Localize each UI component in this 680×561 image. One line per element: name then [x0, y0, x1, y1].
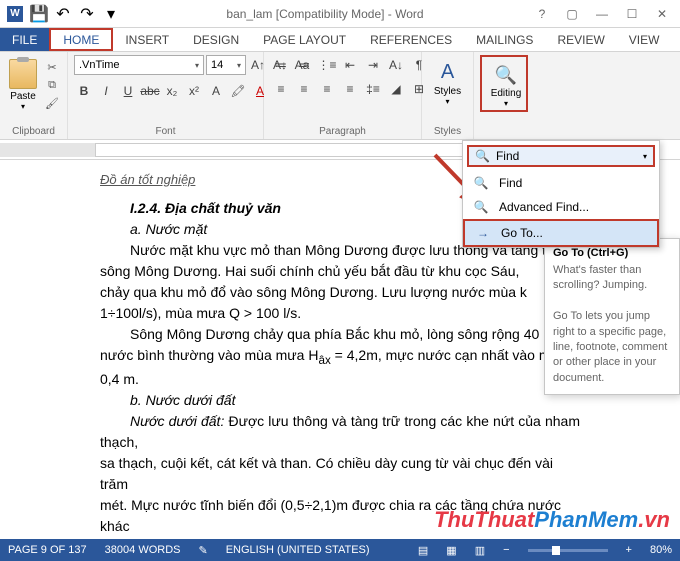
strikethrough-button[interactable]: abc: [140, 81, 160, 101]
tab-file[interactable]: FILE: [0, 28, 49, 51]
binoculars-icon: 🔍: [473, 200, 489, 214]
bold-button[interactable]: B: [74, 81, 94, 101]
undo-button[interactable]: ↶: [52, 3, 74, 25]
styles-icon: A: [441, 61, 454, 84]
zoom-slider[interactable]: [528, 549, 608, 552]
redo-button[interactable]: ↷: [76, 3, 98, 25]
qat-customize[interactable]: ▾: [100, 3, 122, 25]
group-styles: A Styles ▾ Styles: [422, 52, 474, 139]
menu-item-advanced-find[interactable]: 🔍 Advanced Find...: [463, 195, 659, 219]
view-read-mode[interactable]: ▤: [418, 544, 428, 557]
styles-label: Styles: [428, 124, 467, 137]
ribbon-tabs: FILE HOME INSERT DESIGN PAGE LAYOUT REFE…: [0, 28, 680, 52]
copy-button[interactable]: ⧉: [43, 77, 61, 93]
binoculars-icon: 🔍: [495, 65, 517, 86]
tab-insert[interactable]: INSERT: [113, 28, 181, 51]
titlebar: W 💾 ↶ ↷ ▾ ban_lam [Compatibility Mode] -…: [0, 0, 680, 28]
increase-indent-button[interactable]: ⇥: [362, 55, 384, 75]
status-language[interactable]: ENGLISH (UNITED STATES): [226, 544, 370, 556]
find-split-button[interactable]: 🔍 Find ▾: [467, 145, 655, 167]
shading-button[interactable]: ◢: [385, 79, 407, 99]
watermark: ThuThuatPhanMem.vn: [434, 507, 670, 533]
clipboard-label: Clipboard: [6, 124, 61, 137]
font-name-combo[interactable]: .VnTime▾: [74, 55, 204, 75]
tooltip-title: Go To (Ctrl+G): [553, 247, 671, 259]
tab-design[interactable]: DESIGN: [181, 28, 251, 51]
align-left-button[interactable]: ≡: [270, 79, 292, 99]
tab-mailings[interactable]: MAILINGS: [464, 28, 545, 51]
sort-button[interactable]: A↓: [385, 55, 407, 75]
tab-view[interactable]: VIEW: [617, 28, 672, 51]
menu-item-goto[interactable]: → Go To...: [463, 219, 659, 247]
align-right-button[interactable]: ≡: [316, 79, 338, 99]
doc-header-left: Đồ án tốt nghiệp: [100, 170, 195, 190]
help-button[interactable]: ?: [528, 3, 556, 25]
menu-item-find[interactable]: 🔍 Find: [463, 171, 659, 195]
zoom-level[interactable]: 80%: [650, 544, 672, 556]
subscript-button[interactable]: x₂: [162, 81, 182, 101]
highlight-button[interactable]: 🖍: [228, 81, 248, 101]
ribbon-options-button[interactable]: ▢: [558, 3, 586, 25]
paste-button[interactable]: Paste ▾: [6, 55, 40, 111]
font-size-combo[interactable]: 14▾: [206, 55, 246, 75]
zoom-in-button[interactable]: +: [626, 544, 632, 556]
tab-page-layout[interactable]: PAGE LAYOUT: [251, 28, 358, 51]
quick-access-toolbar: W 💾 ↶ ↷ ▾: [4, 3, 122, 25]
view-print-layout[interactable]: ▦: [446, 544, 456, 557]
styles-button[interactable]: A Styles ▾: [428, 55, 467, 106]
tab-home[interactable]: HOME: [49, 28, 113, 51]
group-clipboard: Paste ▾ ✂ ⧉ 🖌 Clipboard: [0, 52, 68, 139]
text-effects-button[interactable]: A: [206, 81, 226, 101]
paragraph-label: Paragraph: [270, 124, 415, 137]
tab-references[interactable]: REFERENCES: [358, 28, 464, 51]
zoom-out-button[interactable]: −: [503, 544, 509, 556]
status-proofing-icon[interactable]: ✎: [198, 544, 207, 557]
group-font: .VnTime▾ 14▾ A↑ A↓ Aa B I U abc x₂ x² A …: [68, 52, 264, 139]
goto-tooltip: Go To (Ctrl+G) What's faster than scroll…: [544, 238, 680, 395]
status-page[interactable]: PAGE 9 OF 137: [8, 544, 87, 556]
ribbon: Paste ▾ ✂ ⧉ 🖌 Clipboard .VnTime▾ 14▾ A↑ …: [0, 52, 680, 140]
underline-button[interactable]: U: [118, 81, 138, 101]
find-dropdown-menu: 🔍 Find ▾ 🔍 Find 🔍 Advanced Find... → Go …: [462, 140, 660, 248]
binoculars-icon: 🔍: [473, 176, 489, 190]
bullets-button[interactable]: ≔: [270, 55, 292, 75]
format-painter-button[interactable]: 🖌: [43, 95, 61, 111]
minimize-button[interactable]: —: [588, 3, 616, 25]
doc-sub-b: b. Nước dưới đất: [130, 390, 580, 411]
window-title: ban_lam [Compatibility Mode] - Word: [122, 7, 528, 21]
group-editing: 🔍 Editing ▾: [474, 52, 534, 139]
status-words[interactable]: 38004 WORDS: [105, 544, 181, 556]
line-spacing-button[interactable]: ‡≡: [362, 79, 384, 99]
arrow-right-icon: →: [475, 226, 491, 240]
cut-button[interactable]: ✂: [43, 59, 61, 75]
group-paragraph: ≔ ≕ ⋮≡ ⇤ ⇥ A↓ ¶ ≡ ≡ ≡ ≡ ‡≡ ◢ ⊞ Paragraph: [264, 52, 422, 139]
editing-button[interactable]: 🔍 Editing ▾: [484, 59, 528, 108]
word-app-icon[interactable]: W: [4, 3, 26, 25]
numbering-button[interactable]: ≕: [293, 55, 315, 75]
decrease-indent-button[interactable]: ⇤: [339, 55, 361, 75]
maximize-button[interactable]: ☐: [618, 3, 646, 25]
align-center-button[interactable]: ≡: [293, 79, 315, 99]
binoculars-icon: 🔍: [475, 149, 490, 163]
superscript-button[interactable]: x²: [184, 81, 204, 101]
close-button[interactable]: ✕: [648, 3, 676, 25]
view-web-layout[interactable]: ▥: [475, 544, 485, 557]
statusbar: PAGE 9 OF 137 38004 WORDS ✎ ENGLISH (UNI…: [0, 539, 680, 561]
save-button[interactable]: 💾: [28, 3, 50, 25]
font-label: Font: [74, 124, 257, 137]
tab-review[interactable]: REVIEW: [545, 28, 616, 51]
justify-button[interactable]: ≡: [339, 79, 361, 99]
italic-button[interactable]: I: [96, 81, 116, 101]
paste-icon: [9, 59, 37, 89]
multilevel-list-button[interactable]: ⋮≡: [316, 55, 338, 75]
